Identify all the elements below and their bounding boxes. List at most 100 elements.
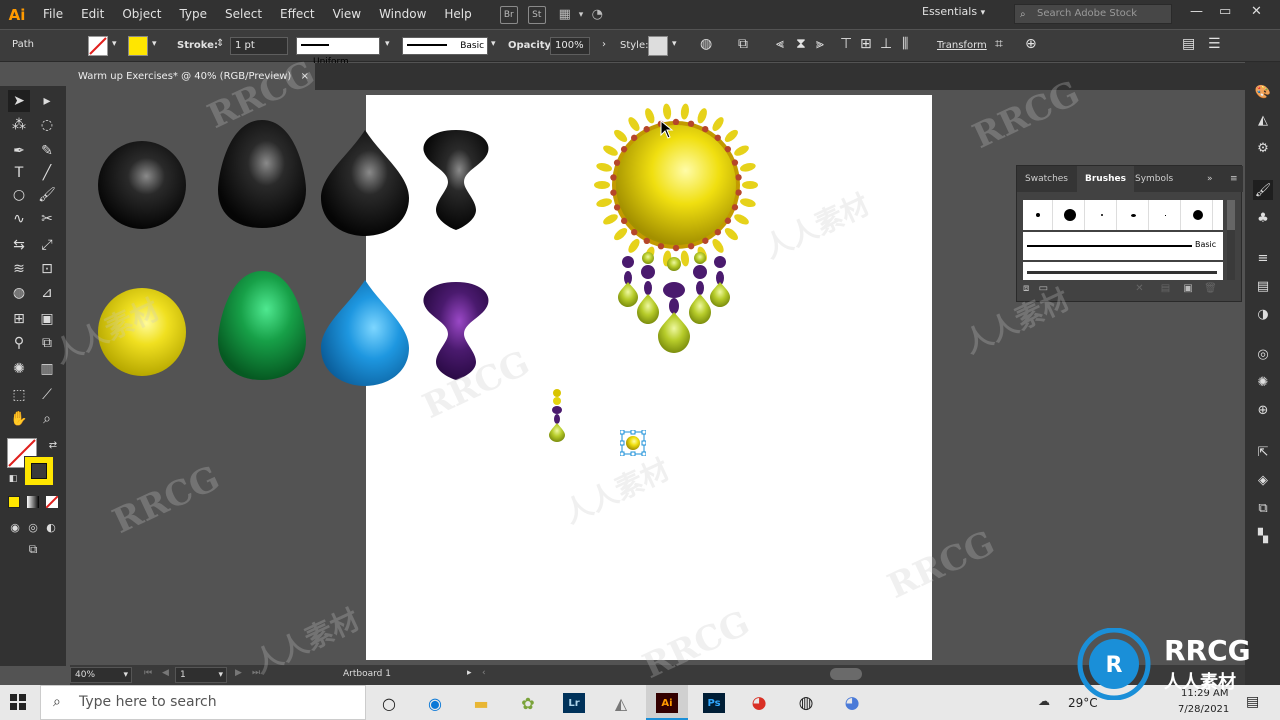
- warp-tool-icon[interactable]: ≋: [8, 258, 30, 280]
- recolor-artwork-icon[interactable]: ◍: [700, 36, 712, 52]
- appearance-panel-icon[interactable]: ◎: [1253, 344, 1273, 364]
- zoom-level-field[interactable]: 40% ▾: [70, 667, 132, 683]
- free-transform-tool-icon[interactable]: ⊡: [36, 258, 58, 280]
- stepper-icon[interactable]: ⇕: [216, 38, 224, 49]
- remove-stroke-icon[interactable]: ✕: [1135, 283, 1143, 294]
- chevron-right-icon[interactable]: ›: [602, 39, 606, 50]
- windows-start-icon[interactable]: [10, 694, 26, 710]
- variable-width-profile[interactable]: Uniform: [296, 37, 380, 67]
- photos-app-icon[interactable]: ✿: [517, 693, 539, 713]
- workspace-switcher[interactable]: Essentials ▾: [922, 5, 985, 18]
- maximize-icon[interactable]: ▭: [1219, 4, 1231, 19]
- first-artboard-icon[interactable]: ⏮: [144, 668, 152, 678]
- gpu-performance-icon[interactable]: ◔: [588, 6, 606, 24]
- brush-dot-tiny[interactable]: [1087, 200, 1117, 230]
- paintbrush-tool-icon[interactable]: 🖌: [36, 184, 58, 206]
- brush-definition[interactable]: Basic: [402, 37, 488, 55]
- color-panel-icon[interactable]: 🎨: [1253, 82, 1273, 102]
- stroke-weight-field[interactable]: 1 pt: [230, 37, 288, 55]
- brush-oval[interactable]: [1119, 200, 1149, 230]
- fill-none-swatch[interactable]: [88, 36, 108, 56]
- graphic-style-swatch[interactable]: [648, 36, 668, 56]
- artistic-brush-row[interactable]: [1023, 262, 1223, 280]
- distribute-icon[interactable]: ⫼: [902, 36, 908, 52]
- file-explorer-icon[interactable]: ▬: [470, 693, 492, 713]
- menu-view[interactable]: View: [324, 0, 370, 29]
- collapse-panel-icon[interactable]: »: [1199, 166, 1221, 192]
- next-artboard-icon[interactable]: ▶: [235, 668, 242, 678]
- chevron-down-icon[interactable]: ▾: [579, 10, 584, 20]
- curvature-tool-icon[interactable]: ✎: [36, 140, 58, 162]
- chevron-down-icon[interactable]: ▾: [152, 39, 157, 49]
- mesh-tool-icon[interactable]: ⊞: [8, 308, 30, 330]
- isolate-icon[interactable]: ⌗: [995, 36, 1003, 52]
- draw-inside-icon[interactable]: ◐: [40, 516, 62, 538]
- align-to-icon[interactable]: ⧉: [738, 36, 748, 52]
- blue-drop[interactable]: [321, 280, 409, 386]
- green-egg[interactable]: [218, 271, 306, 380]
- horizontal-scroll-thumb[interactable]: [830, 668, 862, 680]
- zoom-tool-icon[interactable]: ⌕: [36, 408, 58, 430]
- chrome-icon[interactable]: ◕: [748, 693, 770, 713]
- layers-panel-icon[interactable]: ◈: [1253, 470, 1273, 490]
- tab-brushes[interactable]: Brushes: [1077, 166, 1134, 192]
- menu-file[interactable]: File: [34, 0, 72, 29]
- default-colors-icon[interactable]: ◧: [2, 468, 24, 490]
- weather-icon[interactable]: ☁: [1038, 694, 1050, 708]
- taskbar-search-box[interactable]: ⌕ Type here to search: [40, 685, 366, 720]
- align-top-icon[interactable]: ⊤: [840, 36, 852, 52]
- magic-wand-tool-icon[interactable]: ⁂: [8, 114, 30, 136]
- column-graph-tool-icon[interactable]: ▥: [36, 358, 58, 380]
- tab-swatches[interactable]: Swatches: [1017, 166, 1076, 192]
- artboard-tool-icon[interactable]: ⬚: [8, 384, 30, 406]
- creative-cloud-icon[interactable]: ⊕: [1253, 400, 1273, 420]
- export-icon[interactable]: ⇱: [1253, 442, 1273, 462]
- select-similar-icon[interactable]: ⊕: [1025, 36, 1037, 52]
- brushes-icon[interactable]: 🖌: [1253, 180, 1273, 200]
- gimp-icon[interactable]: ◭: [610, 693, 632, 713]
- close-icon[interactable]: ✕: [1251, 4, 1262, 19]
- stroke-panel-icon[interactable]: ≡: [1253, 248, 1273, 268]
- brush-hairline[interactable]: [1151, 200, 1181, 230]
- hand-tool-icon[interactable]: ✋: [8, 408, 30, 430]
- blend-tool-icon[interactable]: ⧉: [36, 332, 58, 354]
- swap-fill-stroke-icon[interactable]: ⇄: [42, 434, 64, 456]
- direct-selection-tool-icon[interactable]: ▸: [36, 90, 58, 112]
- align-center-icon[interactable]: ⧗: [796, 36, 806, 52]
- yellow-sphere[interactable]: [98, 288, 186, 376]
- type-tool-icon[interactable]: T: [8, 162, 30, 184]
- gradient-mode-icon[interactable]: [27, 496, 39, 508]
- chevron-down-icon[interactable]: ▾: [672, 39, 677, 49]
- brush-dot-small[interactable]: [1023, 200, 1053, 230]
- scale-tool-icon[interactable]: ⤢: [36, 234, 58, 256]
- shape-builder-tool-icon[interactable]: ◍: [8, 282, 30, 304]
- menu-select[interactable]: Select: [216, 0, 271, 29]
- libraries-icon[interactable]: ⚙: [1253, 138, 1273, 158]
- options-icon[interactable]: ▤: [1161, 283, 1170, 294]
- selection-tool-icon[interactable]: ➤: [8, 90, 30, 112]
- menu-effect[interactable]: Effect: [271, 0, 324, 29]
- pen-tool-icon[interactable]: ✒: [8, 140, 30, 162]
- document-tab[interactable]: Warm up Exercises* @ 40% (RGB/Preview) ×: [70, 63, 315, 90]
- basic-brush-row[interactable]: Basic: [1023, 232, 1223, 260]
- align-vcenter-icon[interactable]: ⊞: [860, 36, 872, 52]
- shaper-tool-icon[interactable]: ∿: [8, 208, 30, 230]
- opacity-field[interactable]: 100%: [550, 37, 590, 55]
- transform-link[interactable]: Transform: [937, 40, 987, 51]
- black-egg[interactable]: [218, 120, 306, 228]
- clock-date[interactable]: 7/28/2021: [1178, 704, 1229, 715]
- reflect-tool-icon[interactable]: ⇆: [8, 234, 30, 256]
- bridge-button[interactable]: Br: [499, 5, 518, 24]
- stroke-swatch[interactable]: [128, 36, 148, 56]
- menu-object[interactable]: Object: [113, 0, 170, 29]
- chevron-down-icon[interactable]: ▾: [491, 39, 496, 49]
- stock-search-input[interactable]: ⌕ Search Adobe Stock: [1014, 4, 1172, 24]
- panel-options-icon[interactable]: ☰: [1208, 36, 1221, 52]
- menu-type[interactable]: Type: [170, 0, 216, 29]
- menu-edit[interactable]: Edit: [72, 0, 113, 29]
- sun-pendant-artwork[interactable]: [590, 100, 765, 360]
- transparency-panel-icon[interactable]: ◑: [1253, 304, 1273, 324]
- scroll-left-icon[interactable]: ‹: [482, 668, 486, 678]
- photoshop-icon[interactable]: Ps: [703, 693, 725, 713]
- artboards-panel-icon[interactable]: ⧉: [1253, 498, 1273, 518]
